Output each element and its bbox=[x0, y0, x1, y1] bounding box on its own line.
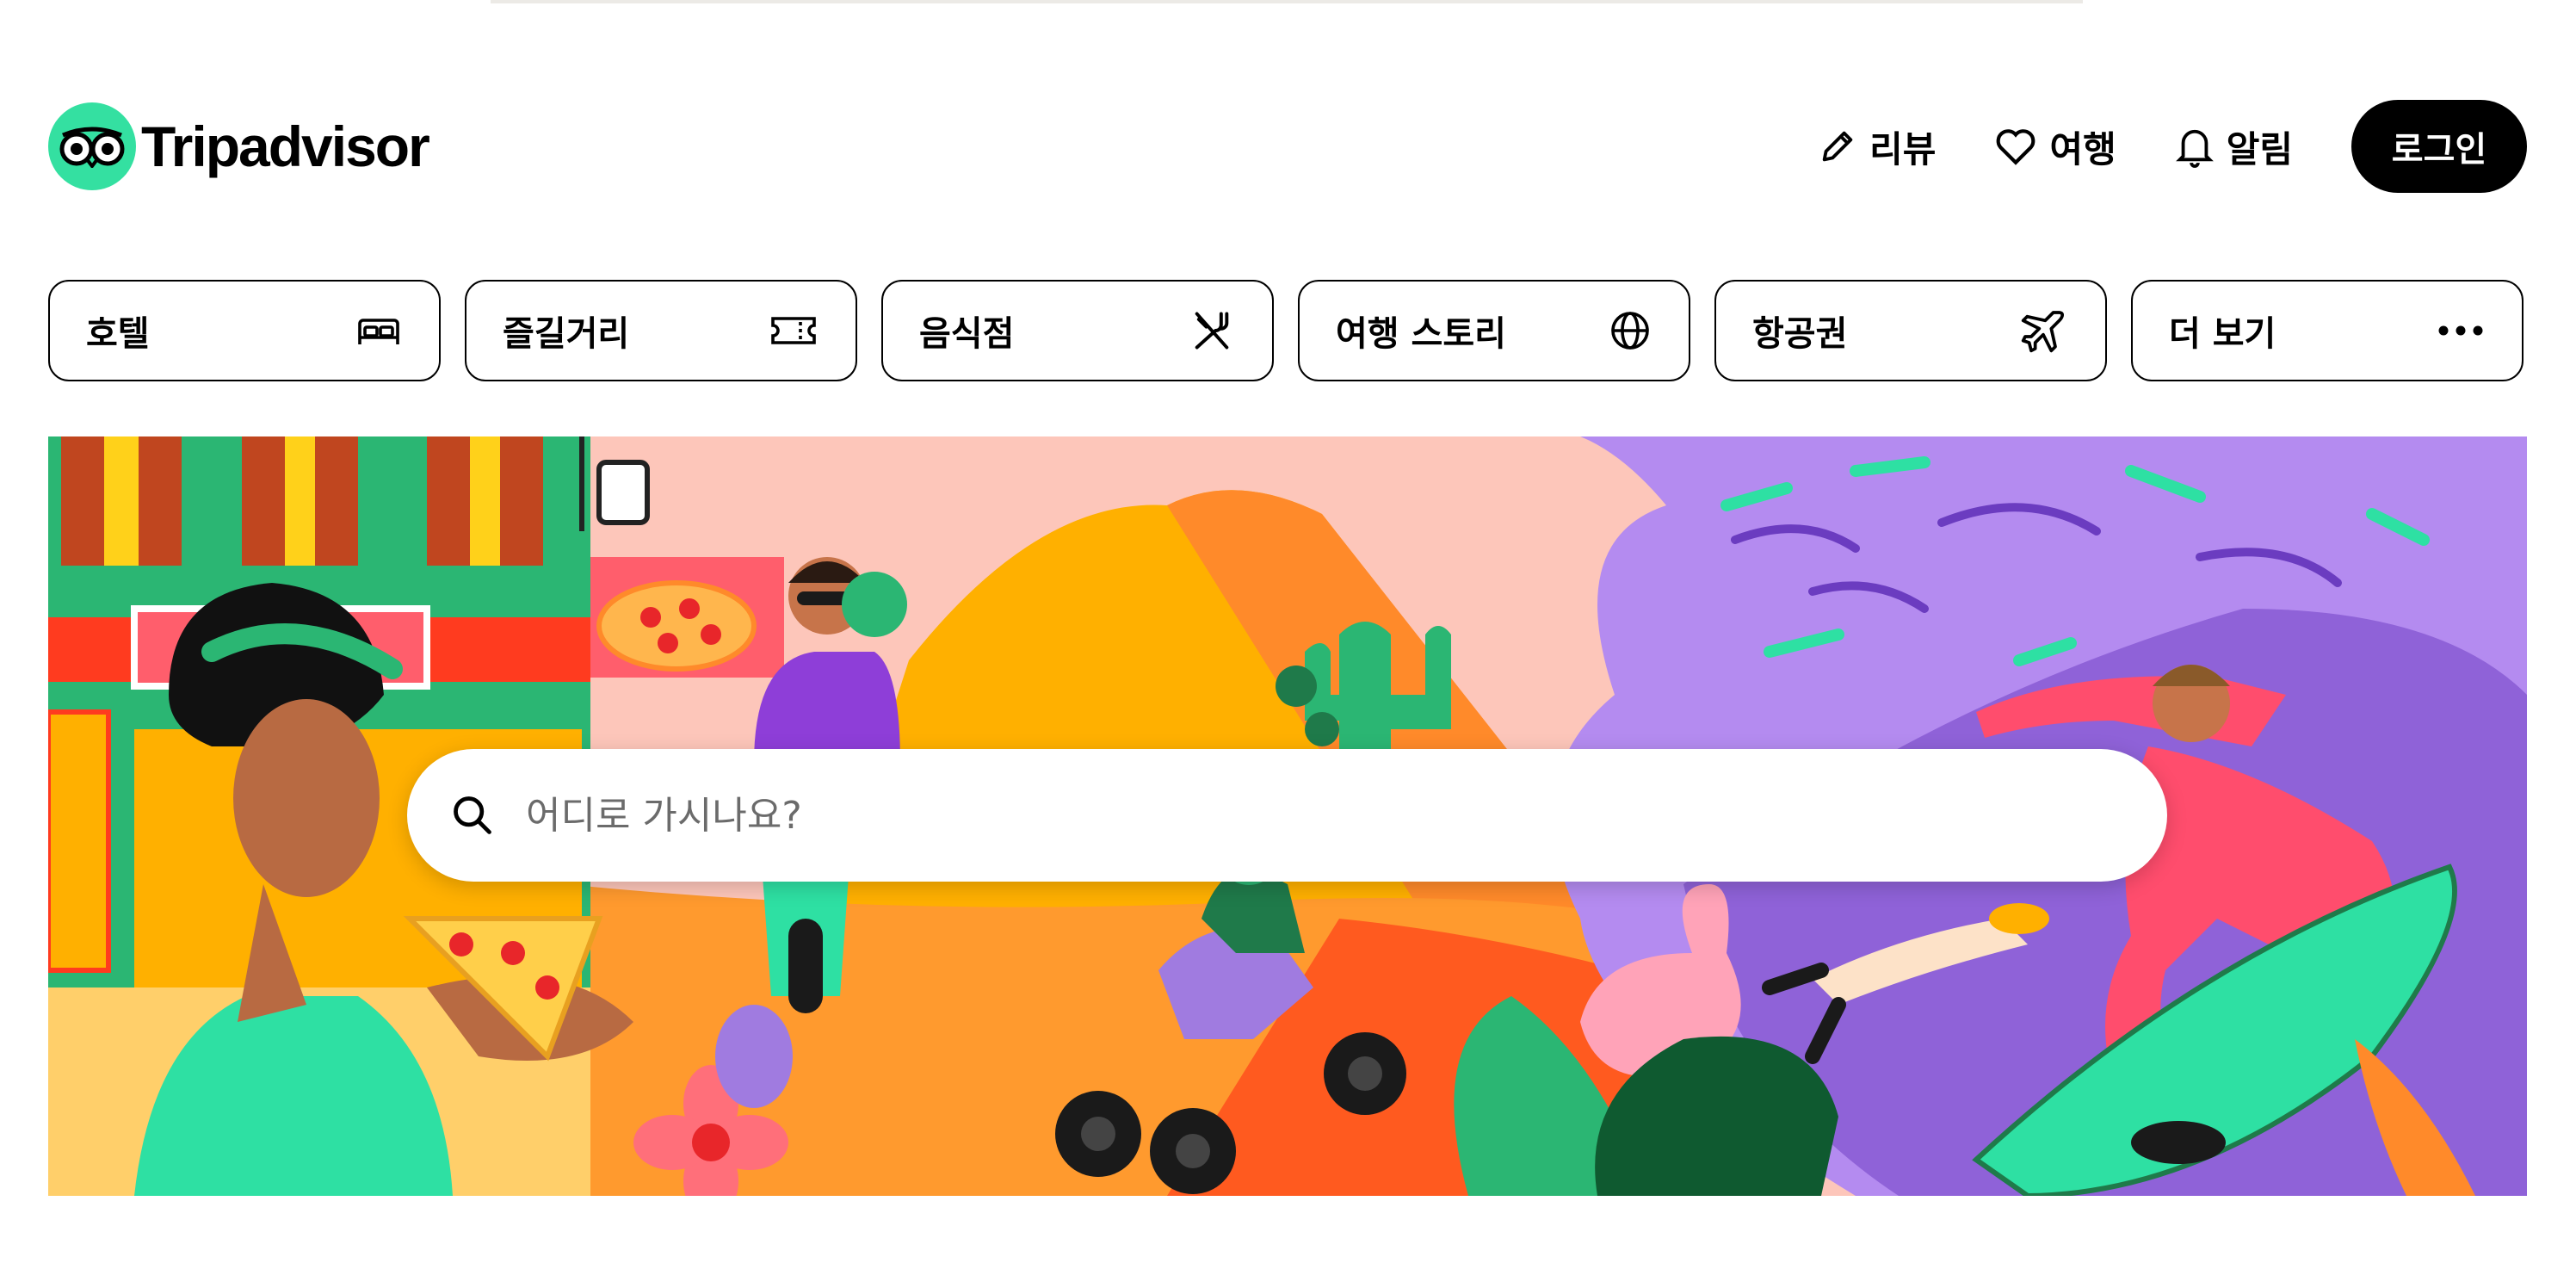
plane-icon bbox=[2021, 311, 2065, 353]
nav-alerts-label: 알림 bbox=[2226, 127, 2293, 170]
brand-name: Tripadvisor bbox=[141, 115, 430, 178]
globe-icon bbox=[1611, 312, 1649, 350]
bell-icon bbox=[2175, 129, 2214, 168]
tab-travel-stories[interactable]: 여행 스토리 bbox=[1298, 280, 1690, 381]
category-tabs: 호텔 즐길거리 음식점 여행 스토리 항공권 더 보기 bbox=[48, 280, 2527, 385]
nav-review[interactable]: 리뷰 bbox=[1818, 121, 1936, 173]
utensils-icon bbox=[1195, 312, 1229, 350]
tab-things-to-do[interactable]: 즐길거리 bbox=[465, 280, 857, 381]
search-bar[interactable] bbox=[407, 749, 2167, 882]
tab-travel-stories-label: 여행 스토리 bbox=[1336, 314, 1506, 354]
tab-hotels-label: 호텔 bbox=[86, 314, 150, 354]
tripadvisor-logo[interactable]: Tripadvisor bbox=[48, 99, 430, 194]
owl-logo-icon bbox=[48, 102, 136, 190]
site-header: Tripadvisor 리뷰 여행 알림 로그인 bbox=[48, 99, 2527, 194]
tab-flights[interactable]: 항공권 bbox=[1714, 280, 2107, 381]
bed-icon bbox=[358, 319, 399, 344]
tab-flights-label: 항공권 bbox=[1752, 314, 1848, 354]
tab-restaurants-label: 음식점 bbox=[919, 314, 1015, 354]
more-dots-icon bbox=[2438, 325, 2483, 336]
search-icon bbox=[454, 796, 491, 834]
header-nav: 리뷰 여행 알림 로그인 bbox=[1818, 99, 2527, 194]
search-input[interactable] bbox=[524, 792, 2077, 839]
nav-alerts[interactable]: 알림 bbox=[2175, 121, 2293, 173]
heart-icon bbox=[1997, 129, 2035, 165]
login-button[interactable]: 로그인 bbox=[2351, 100, 2527, 193]
tab-things-to-do-label: 즐길거리 bbox=[503, 314, 630, 354]
tab-more[interactable]: 더 보기 bbox=[2131, 280, 2523, 381]
nav-review-label: 리뷰 bbox=[1869, 127, 1937, 170]
tab-hotels[interactable]: 호텔 bbox=[48, 280, 441, 381]
tab-restaurants[interactable]: 음식점 bbox=[881, 280, 1274, 381]
tab-more-label: 더 보기 bbox=[2169, 314, 2276, 354]
ticket-icon bbox=[771, 317, 816, 344]
top-divider bbox=[491, 0, 2083, 3]
pencil-icon bbox=[1822, 131, 1853, 162]
nav-trips[interactable]: 여행 bbox=[1994, 121, 2116, 173]
nav-trips-label: 여행 bbox=[2049, 127, 2116, 170]
